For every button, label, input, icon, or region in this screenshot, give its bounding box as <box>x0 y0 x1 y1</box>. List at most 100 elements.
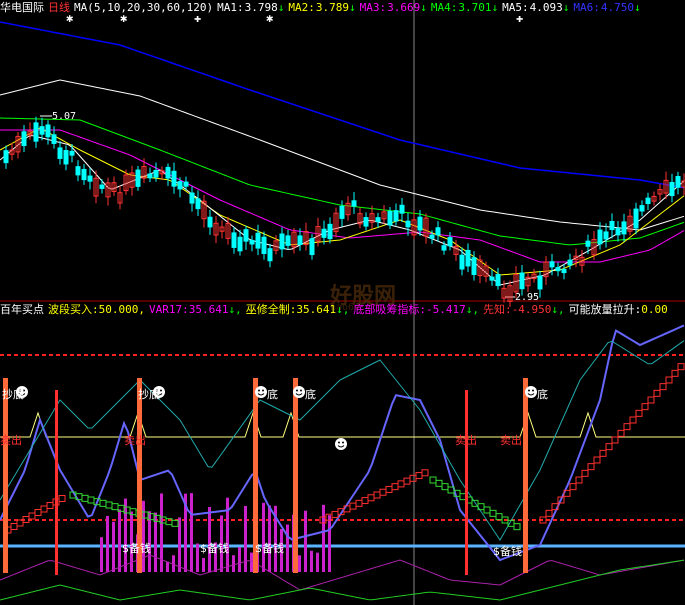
xz-label: 先知: <box>482 303 512 316</box>
candle-body <box>495 274 501 287</box>
candle-body <box>387 210 393 226</box>
step-up <box>409 474 417 482</box>
step-down <box>111 503 119 511</box>
candle <box>279 227 285 258</box>
candle <box>135 165 141 191</box>
sell-label: 卖出 <box>500 433 522 447</box>
var17-arrow: ↓, <box>228 303 242 316</box>
wx-label: 巫修全制: <box>245 303 297 316</box>
candle <box>519 265 525 296</box>
candle-body <box>63 150 69 165</box>
step-up <box>641 403 649 411</box>
candle-body <box>363 217 369 227</box>
candle <box>63 145 69 171</box>
candle-body <box>75 166 81 176</box>
di-label: 底 <box>537 387 548 401</box>
candle <box>195 190 201 216</box>
step-up <box>665 376 673 384</box>
candle-body <box>399 204 405 214</box>
candle-body <box>669 181 675 197</box>
histogram-bar <box>268 505 271 572</box>
candle <box>285 229 291 250</box>
step-up <box>28 512 36 520</box>
candle-body <box>189 192 195 204</box>
candle-body <box>465 249 471 267</box>
step-up <box>671 369 679 377</box>
xz-arrow: ↓, <box>551 303 565 316</box>
ma5-arrow: ↓ <box>562 1 570 14</box>
step-up <box>599 449 607 457</box>
period-label[interactable]: 日线 <box>48 1 70 14</box>
step-up <box>46 502 54 509</box>
step-up <box>10 523 18 530</box>
indicator-title[interactable]: 百年买点 <box>0 303 44 316</box>
var17-value: 35.641 <box>188 303 229 316</box>
candle-body <box>249 239 255 245</box>
smiley-icon <box>255 386 267 398</box>
candle-body <box>441 245 447 251</box>
beiqian-label: $备钱 <box>122 541 151 555</box>
ma-params: MA(5,10,20,30,60,120) <box>74 1 214 14</box>
candle-body <box>471 257 477 276</box>
candle <box>105 177 111 206</box>
candle <box>255 224 261 256</box>
candle <box>381 205 387 224</box>
candle-body <box>603 231 609 240</box>
di-label: 底 <box>305 387 316 401</box>
step-up <box>367 494 375 502</box>
step-up <box>34 509 42 516</box>
candle <box>567 253 573 270</box>
smiley-eye <box>296 389 298 392</box>
step-down <box>429 476 437 484</box>
candle <box>585 234 591 255</box>
candle <box>243 225 249 250</box>
beiqian-label: $备钱 <box>255 541 284 555</box>
ma4-arrow: ↓ <box>491 1 499 14</box>
candle-body <box>297 235 303 245</box>
step-up <box>403 477 411 485</box>
candle <box>87 168 93 190</box>
candle-body <box>621 221 627 235</box>
candle <box>111 176 117 196</box>
candle-body <box>99 184 105 189</box>
histogram-bar <box>238 547 241 572</box>
sell-column <box>55 390 58 575</box>
ma1-label: MA1: <box>217 1 244 14</box>
ma2-label: MA2: <box>288 1 315 14</box>
candle <box>75 160 81 182</box>
candle <box>237 229 243 256</box>
candle <box>339 200 345 227</box>
histogram-bar <box>262 502 265 572</box>
candle-body <box>447 237 453 247</box>
candle <box>447 231 453 251</box>
di-label: 底 <box>267 387 278 401</box>
histogram-bar <box>232 555 235 572</box>
candle <box>657 183 663 201</box>
step-up <box>373 491 381 499</box>
candle-body <box>429 234 435 239</box>
dbxc-arrow: ↓, <box>465 303 479 316</box>
histogram-bar <box>316 552 319 572</box>
sell-column <box>465 390 468 575</box>
ma2-arrow: ↓ <box>348 1 356 14</box>
histogram-bar <box>118 509 121 572</box>
ma3-line <box>0 129 685 263</box>
candle-body <box>3 150 9 164</box>
step-down <box>513 523 521 531</box>
candle <box>45 120 51 145</box>
candle-body <box>609 220 615 231</box>
step-up <box>385 485 393 493</box>
histogram-bar <box>322 504 325 572</box>
step-down <box>441 483 449 491</box>
step-up <box>58 495 66 502</box>
step-down <box>81 494 89 502</box>
candle-body <box>351 200 357 207</box>
step-up <box>647 396 655 404</box>
sell-label: 卖出 <box>455 433 477 447</box>
histogram-bar <box>310 550 313 572</box>
candle <box>189 186 195 212</box>
candle-body <box>87 175 93 182</box>
ma3-label: MA3: <box>359 1 387 14</box>
stock-name[interactable]: 华电国际 <box>0 1 44 14</box>
histogram-bar <box>286 524 289 572</box>
